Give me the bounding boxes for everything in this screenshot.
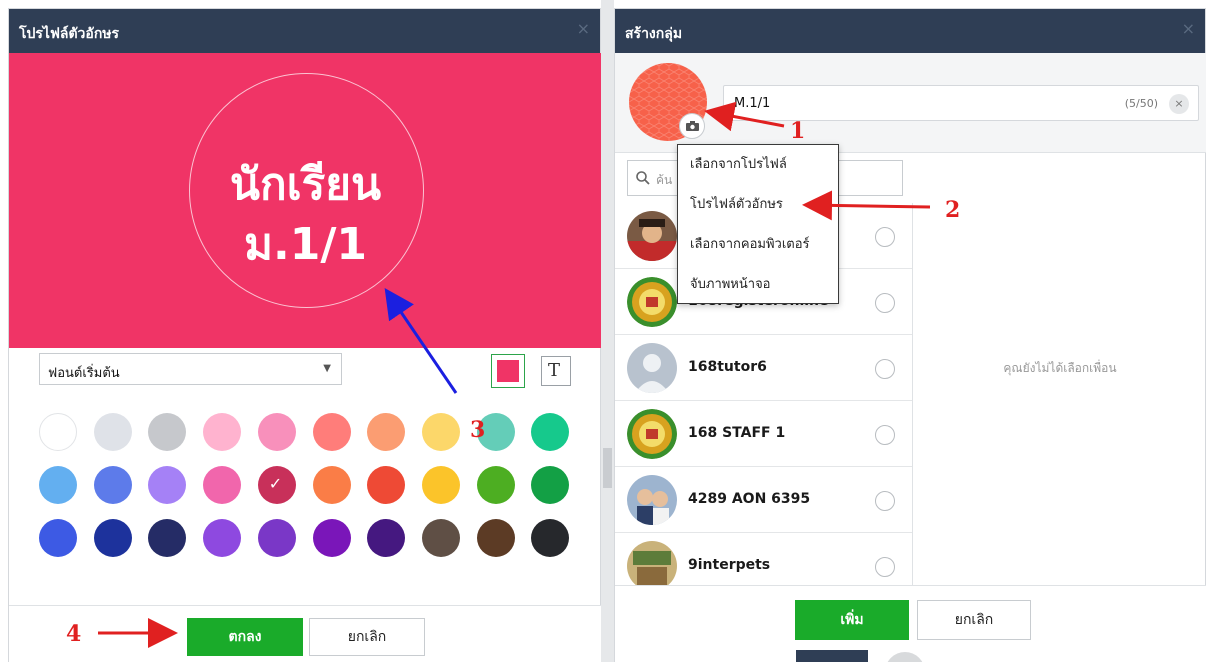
school-logo-icon [627, 277, 677, 327]
menu-item-screenshot[interactable]: จับภาพหน้าจอ [678, 265, 838, 305]
friend-avatar [627, 343, 677, 393]
color-swatch[interactable] [312, 466, 351, 504]
cancel-button[interactable]: ยกเลิก [917, 600, 1031, 640]
check-icon: ✓ [268, 474, 283, 493]
text-color-mode-button[interactable]: T [541, 356, 571, 386]
close-icon[interactable]: × [577, 19, 590, 38]
color-swatch[interactable] [148, 413, 187, 451]
color-swatch[interactable] [421, 413, 460, 451]
color-swatch[interactable] [421, 466, 460, 504]
select-radio[interactable] [875, 425, 895, 445]
color-swatch[interactable] [148, 519, 187, 557]
background-color-mode-button[interactable] [491, 354, 525, 388]
color-swatch[interactable] [421, 519, 460, 557]
text-style-icon: T [548, 360, 561, 381]
menu-item-choose-from-profile[interactable]: เลือกจากโปรไฟล์ [678, 145, 838, 185]
friend-avatar [627, 409, 677, 459]
font-select[interactable]: ฟอนต์เริ่มต้น ▼ [39, 353, 342, 385]
color-swatch[interactable] [531, 413, 570, 451]
profile-preview: นักเรียน ม.1/1 [9, 53, 602, 348]
dialog-title: สร้างกลุ่ม [625, 26, 683, 42]
menu-item-text-profile[interactable]: โปรไฟล์ตัวอักษร [678, 185, 838, 225]
scrollbar-thumb[interactable] [603, 448, 612, 488]
color-swatch[interactable] [312, 413, 351, 451]
select-radio[interactable] [875, 557, 895, 577]
group-name-value: M.1/1 [734, 96, 771, 111]
color-swatch[interactable] [476, 519, 515, 557]
friend-row[interactable]: 9interpets [615, 533, 912, 585]
scrollbar[interactable] [601, 0, 614, 662]
dialog-title: โปรไฟล์ตัวอักษร [19, 26, 120, 42]
color-swatch[interactable] [367, 466, 406, 504]
color-swatch[interactable] [312, 519, 351, 557]
select-radio[interactable] [875, 491, 895, 511]
color-swatch[interactable] [367, 519, 406, 557]
color-swatch[interactable] [257, 519, 296, 557]
color-swatch[interactable] [367, 413, 406, 451]
search-placeholder: ค้น [656, 173, 673, 187]
photo-source-menu: เลือกจากโปรไฟล์ โปรไฟล์ตัวอักษร เลือกจาก… [677, 144, 839, 304]
friend-name: 168tutor6 [688, 359, 767, 375]
color-swatch[interactable] [203, 413, 242, 451]
photo-couple-icon [627, 475, 677, 525]
color-swatch[interactable] [93, 466, 132, 504]
cancel-button[interactable]: ยกเลิก [309, 618, 425, 656]
preview-text-line2: ม.1/1 [243, 219, 368, 270]
character-count: (5/50) [1124, 97, 1158, 110]
default-person-icon [627, 343, 677, 393]
empty-selection-text: คุณยังไม่ได้เลือกเพื่อน [1003, 361, 1117, 375]
color-swatch[interactable] [203, 519, 242, 557]
select-radio[interactable] [875, 359, 895, 379]
screen: โปรไฟล์ตัวอักษร × นักเรียน ม.1/1 ฟอนต์เร… [0, 0, 1206, 662]
change-photo-button[interactable] [679, 113, 705, 139]
color-swatch[interactable] [148, 466, 187, 504]
color-swatch[interactable]: ✓ [257, 466, 296, 504]
background-window-edge [796, 650, 868, 662]
dialog-footer: เพิ่ม ยกเลิก [615, 585, 1206, 662]
friend-avatar [627, 277, 677, 327]
friend-avatar [627, 211, 677, 261]
dialog-header: สร้างกลุ่ม × [615, 9, 1205, 53]
color-swatch[interactable] [257, 413, 296, 451]
color-swatch[interactable] [93, 519, 132, 557]
school-logo-icon [627, 409, 677, 459]
color-swatch[interactable] [39, 519, 77, 557]
clear-icon[interactable]: × [1169, 94, 1189, 114]
ok-button[interactable]: ตกลง [187, 618, 303, 656]
select-radio[interactable] [875, 293, 895, 313]
photo-shop-icon [627, 541, 677, 585]
dialog-header: โปรไฟล์ตัวอักษร × [9, 9, 600, 53]
color-swatch[interactable] [531, 519, 570, 557]
add-button[interactable]: เพิ่ม [795, 600, 909, 640]
friend-name: 9interpets [688, 557, 771, 573]
chevron-down-icon: ▼ [323, 363, 331, 374]
select-radio[interactable] [875, 227, 895, 247]
photo-red-shirt-icon [627, 211, 677, 261]
create-group-dialog: สร้างกลุ่ม × M.1/1 (5/50) × ค้น 168tutor… [614, 8, 1206, 662]
friend-avatar [627, 475, 677, 525]
friend-row[interactable]: 168 STAFF 1 [615, 401, 912, 467]
close-icon[interactable]: × [1182, 19, 1195, 38]
color-swatch[interactable] [39, 413, 77, 451]
group-info-area: M.1/1 (5/50) × [615, 53, 1206, 153]
friend-name: 4289 AON 6395 [688, 491, 811, 507]
friend-name: 168 STAFF 1 [688, 425, 786, 441]
color-swatch[interactable] [93, 413, 132, 451]
friend-avatar [627, 541, 677, 585]
background-color-indicator [497, 360, 519, 382]
friend-row[interactable]: 4289 AON 6395 [615, 467, 912, 533]
camera-icon [686, 121, 699, 131]
text-profile-dialog: โปรไฟล์ตัวอักษร × นักเรียน ม.1/1 ฟอนต์เร… [8, 8, 602, 662]
menu-item-choose-from-computer[interactable]: เลือกจากคอมพิวเตอร์ [678, 225, 838, 265]
color-swatch[interactable] [531, 466, 570, 504]
color-swatch[interactable] [203, 466, 242, 504]
color-swatch[interactable] [476, 413, 515, 451]
color-swatch[interactable] [39, 466, 77, 504]
dialog-footer: ตกลง ยกเลิก [9, 605, 602, 662]
group-name-input[interactable]: M.1/1 (5/50) × [723, 85, 1199, 121]
color-swatch[interactable] [476, 466, 515, 504]
font-select-value: ฟอนต์เริ่มต้น [48, 366, 120, 381]
friend-row[interactable]: 168tutor6 [615, 335, 912, 401]
search-icon [636, 171, 650, 185]
